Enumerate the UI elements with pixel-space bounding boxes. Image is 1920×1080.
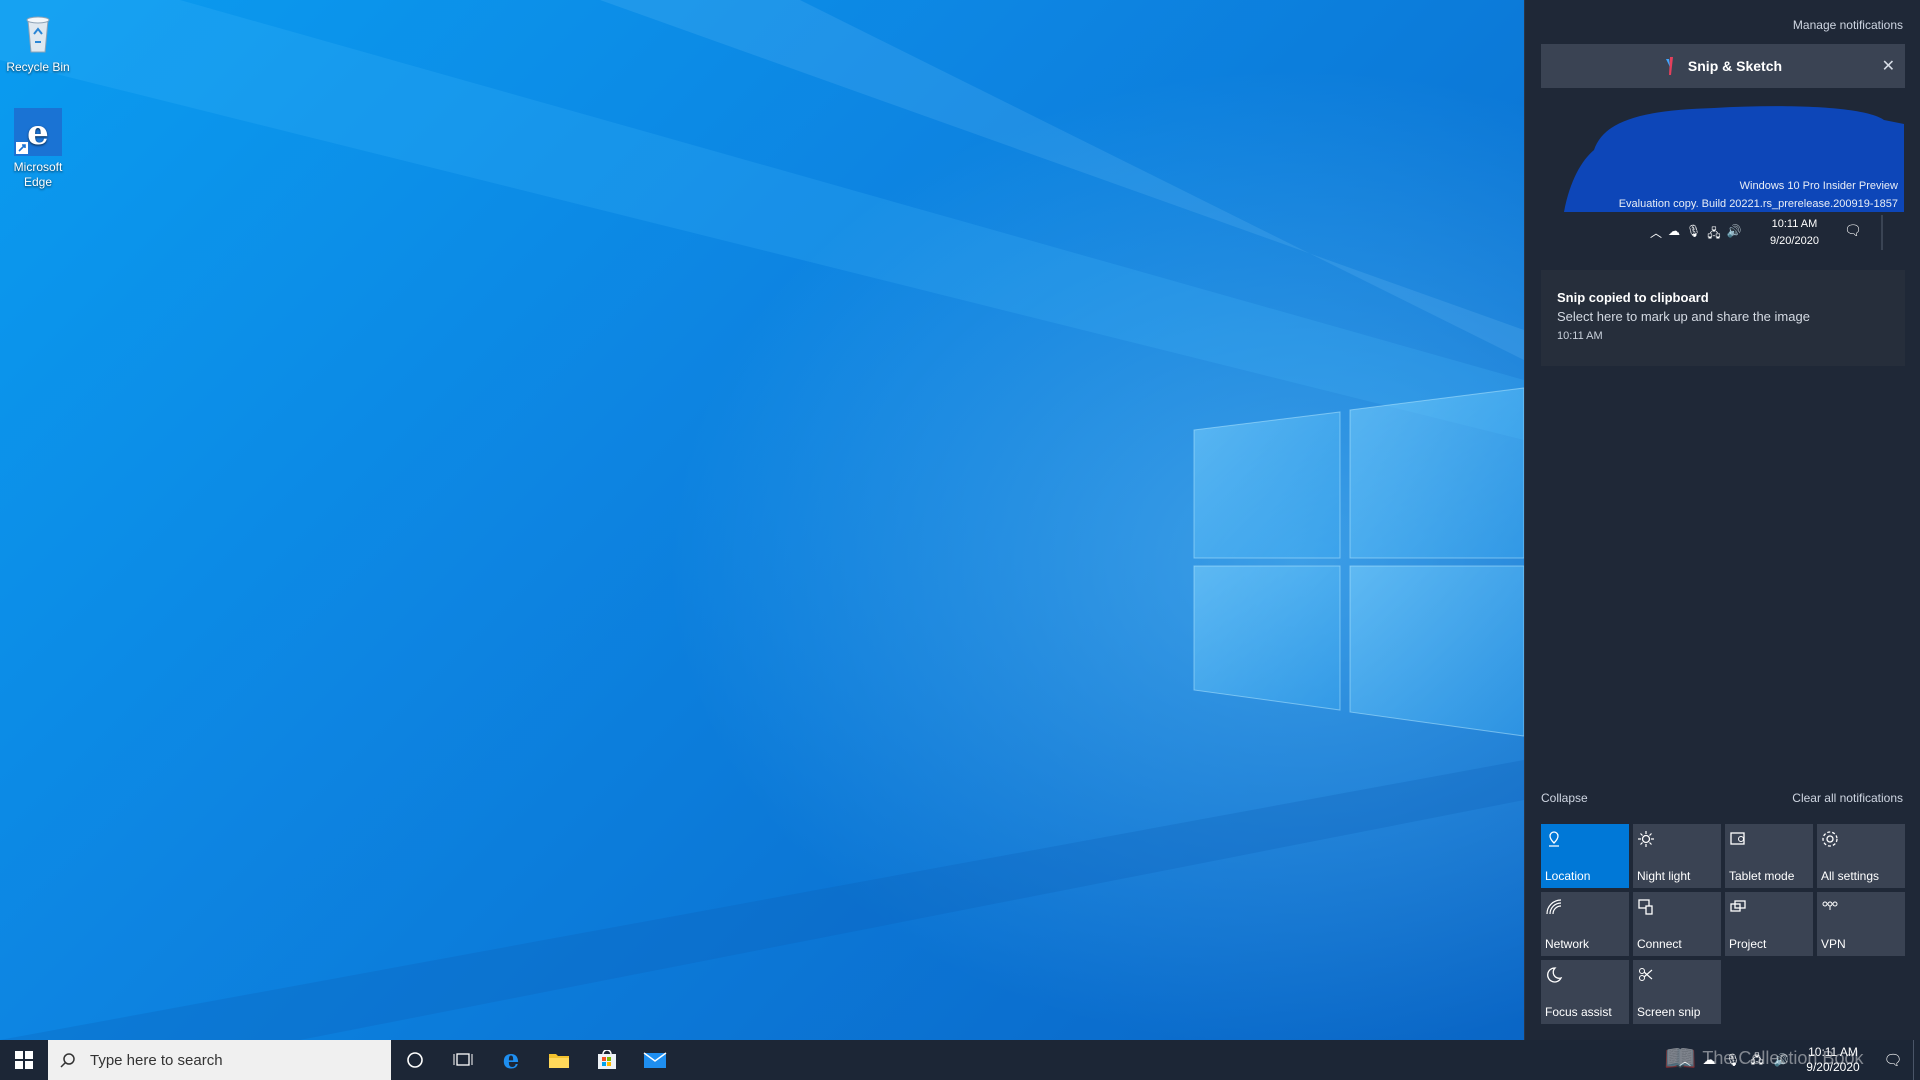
- desktop-icon-recycle-bin[interactable]: Recycle Bin: [0, 8, 76, 75]
- manage-notifications-link[interactable]: Manage notifications: [1793, 18, 1903, 32]
- taskbar-clock[interactable]: 10:11 AM 9/20/2020: [1793, 1045, 1873, 1075]
- quick-actions-grid: Location Night light Tablet mode All set…: [1541, 824, 1905, 1024]
- snip-preview-image[interactable]: Windows 10 Pro Insider Preview Evaluatio…: [1564, 100, 1904, 256]
- quick-action-screen-snip[interactable]: Screen snip: [1633, 960, 1721, 1024]
- quick-action-label: Focus assist: [1545, 1005, 1612, 1019]
- snip-sketch-icon: [1664, 57, 1676, 75]
- notification-icon: 🗨: [1883, 1052, 1903, 1069]
- notification-app-name: Snip & Sketch: [1687, 58, 1783, 74]
- tablet-mode-icon: [1730, 832, 1745, 845]
- chevron-up-icon: ︿: [1650, 226, 1663, 240]
- file-explorer-icon: [549, 1054, 569, 1068]
- task-view-icon: [453, 1053, 473, 1066]
- close-icon[interactable]: ✕: [1882, 56, 1895, 76]
- screen-snip-icon: [1639, 968, 1653, 981]
- store-icon: [598, 1050, 616, 1069]
- mail-icon: [643, 1052, 667, 1068]
- project-icon: [1730, 900, 1746, 912]
- moon-icon: [1547, 967, 1563, 983]
- quick-action-label: Connect: [1637, 937, 1682, 951]
- taskbar-mail-button[interactable]: [631, 1040, 679, 1080]
- network-icon: 🖧: [1750, 1051, 1764, 1066]
- desktop-icon-label: Microsoft Edge: [13, 160, 63, 189]
- preview-time: 10:11 AM: [1771, 218, 1818, 230]
- preview-tray: ︿ ☁ 🎙 🖧 🔊: [1650, 224, 1742, 245]
- quick-action-label: All settings: [1821, 869, 1880, 883]
- edge-icon: e: [14, 108, 62, 156]
- night-light-icon: [1638, 831, 1654, 847]
- vpn-icon: [1822, 901, 1838, 910]
- preview-line1: Windows 10 Pro Insider Preview: [1739, 180, 1898, 192]
- network-icon: 🖧: [1707, 226, 1721, 240]
- taskbar-edge-button[interactable]: e: [487, 1040, 535, 1080]
- clock-time: 10:11 AM: [1808, 1045, 1858, 1059]
- taskbar-search-box[interactable]: Type here to search: [48, 1040, 391, 1080]
- quick-action-network[interactable]: Network: [1541, 892, 1629, 956]
- toast-title: Snip copied to clipboard: [1557, 290, 1709, 305]
- quick-action-tablet-mode[interactable]: Tablet mode: [1725, 824, 1813, 888]
- preview-date: 9/20/2020: [1770, 235, 1819, 247]
- preview-clock: 10:11 AM 9/20/2020: [1770, 216, 1819, 250]
- search-icon: [60, 1053, 75, 1068]
- cloud-icon: ☁: [1702, 1052, 1716, 1067]
- gear-icon: [1822, 831, 1838, 847]
- cloud-icon: ☁: [1668, 224, 1681, 238]
- notification-icon: 🗨: [1844, 222, 1862, 238]
- cortana-button[interactable]: [391, 1040, 439, 1080]
- quick-action-label: Location: [1545, 869, 1591, 883]
- microphone-icon: 🎙: [1725, 1053, 1741, 1067]
- notification-toast[interactable]: Snip copied to clipboard Select here to …: [1541, 270, 1905, 366]
- microphone-icon: 🎙: [1686, 224, 1702, 238]
- tray-volume[interactable]: 🔊: [1769, 1040, 1793, 1080]
- quick-action-label: Tablet mode: [1729, 869, 1795, 883]
- toast-time: 10:11 AM: [1557, 330, 1603, 342]
- quick-action-night-light[interactable]: Night light: [1633, 824, 1721, 888]
- quick-action-label: Project: [1729, 937, 1767, 951]
- chevron-up-icon: ︿: [1678, 1053, 1691, 1068]
- collapse-link[interactable]: Collapse: [1541, 791, 1588, 805]
- connect-icon: [1638, 899, 1653, 915]
- action-center-button[interactable]: 🗨: [1873, 1040, 1913, 1080]
- tray-onedrive[interactable]: ☁: [1697, 1040, 1721, 1080]
- edge-icon: e: [502, 1045, 520, 1075]
- clock-date: 9/20/2020: [1806, 1060, 1860, 1074]
- quick-action-connect[interactable]: Connect: [1633, 892, 1721, 956]
- start-button[interactable]: [0, 1040, 48, 1080]
- tray-microphone[interactable]: 🎙: [1721, 1040, 1745, 1080]
- clear-all-notifications-link[interactable]: Clear all notifications: [1792, 791, 1903, 805]
- svg-text:e: e: [27, 113, 49, 153]
- tray-overflow-button[interactable]: ︿: [1673, 1040, 1697, 1080]
- windows-logo-icon: [15, 1051, 33, 1069]
- quick-action-all-settings[interactable]: All settings: [1817, 824, 1905, 888]
- notification-app-header[interactable]: Snip & Sketch ✕: [1541, 44, 1905, 88]
- quick-action-vpn[interactable]: VPN: [1817, 892, 1905, 956]
- quick-action-label: Network: [1545, 937, 1590, 951]
- desktop-icon-label: Recycle Bin: [6, 60, 70, 74]
- taskbar-store-button[interactable]: [583, 1040, 631, 1080]
- search-placeholder: Type here to search: [90, 1051, 223, 1069]
- quick-action-label: Night light: [1637, 869, 1691, 883]
- quick-action-focus-assist[interactable]: Focus assist: [1541, 960, 1629, 1024]
- desktop-icon-edge[interactable]: e Microsoft Edge: [0, 108, 76, 190]
- cortana-icon: [407, 1052, 423, 1068]
- quick-action-project[interactable]: Project: [1725, 892, 1813, 956]
- tray-network[interactable]: 🖧: [1745, 1040, 1769, 1080]
- show-desktop-button[interactable]: [1913, 1040, 1920, 1080]
- quick-action-label: Screen snip: [1637, 1005, 1701, 1019]
- toast-body: Select here to mark up and share the ima…: [1557, 309, 1810, 324]
- volume-icon: 🔊: [1773, 1053, 1789, 1067]
- network-icon: [1546, 899, 1562, 915]
- recycle-bin-icon: [14, 8, 62, 56]
- preview-line2: Evaluation copy. Build 20221.rs_prerelea…: [1618, 198, 1898, 210]
- volume-icon: 🔊: [1726, 224, 1742, 238]
- quick-action-label: VPN: [1821, 937, 1846, 951]
- location-icon: [1549, 831, 1559, 847]
- quick-action-location[interactable]: Location: [1541, 824, 1629, 888]
- taskbar: Type here to search e ︿ ☁ 🎙 🖧 🔊 10:11 AM…: [0, 1040, 1920, 1080]
- system-tray: ︿ ☁ 🎙 🖧 🔊 10:11 AM 9/20/2020 🗨: [1673, 1040, 1920, 1080]
- task-view-button[interactable]: [439, 1040, 487, 1080]
- taskbar-file-explorer-button[interactable]: [535, 1040, 583, 1080]
